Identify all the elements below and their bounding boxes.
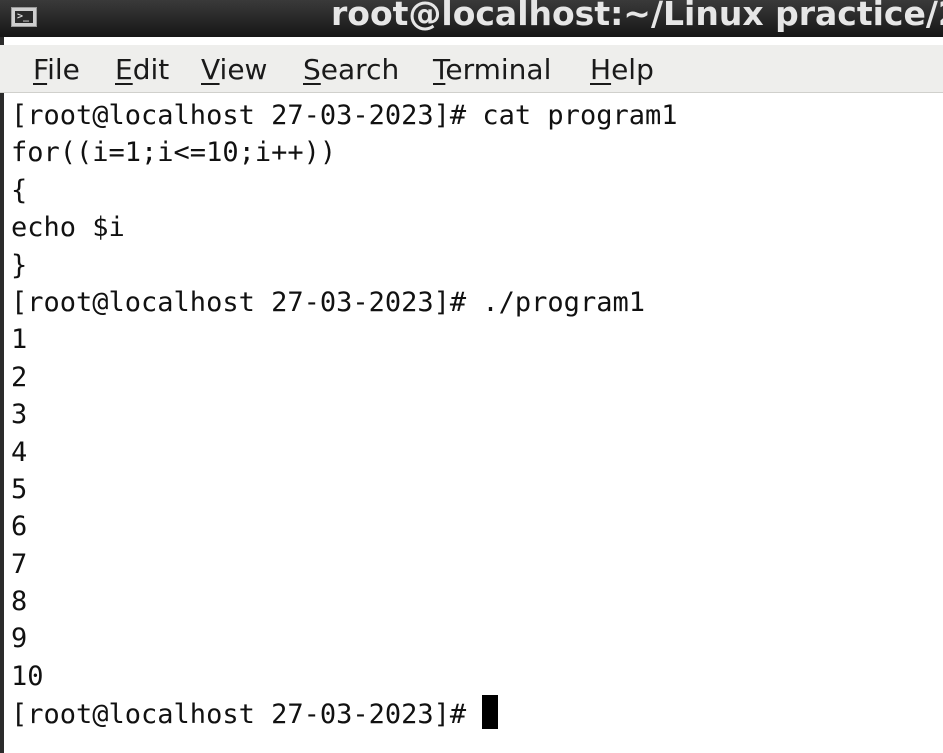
menu-search[interactable]: Search xyxy=(303,55,399,85)
shell-prompt: [root@localhost 27-03-2023]# xyxy=(11,699,483,731)
terminal-window: >_ root@localhost:~/Linux practice/27-0 … xyxy=(0,0,943,753)
terminal-line: 5 xyxy=(11,473,28,505)
menu-terminal[interactable]: Terminal xyxy=(433,55,551,85)
menu-terminal-label: erminal xyxy=(445,53,552,86)
terminal-lines: [root@localhost 27-03-2023]# cat program… xyxy=(11,97,677,733)
menu-view-label: iew xyxy=(219,53,268,86)
menu-terminal-mnemonic: T xyxy=(433,53,446,86)
prompt-glyph-icon: >_ xyxy=(15,11,33,23)
menu-file-label: ile xyxy=(47,53,80,86)
text-cursor xyxy=(482,695,499,730)
window-title: root@localhost:~/Linux practice/27-0 xyxy=(331,0,943,33)
title-bar[interactable]: >_ root@localhost:~/Linux practice/27-0 xyxy=(0,0,943,37)
menu-view-mnemonic: V xyxy=(201,53,220,86)
terminal-line: 8 xyxy=(11,586,28,618)
terminal-app-icon: >_ xyxy=(11,7,37,27)
menu-bar: File Edit View Search Terminal Help xyxy=(0,45,943,93)
terminal-line: 7 xyxy=(11,548,28,580)
menu-edit-label: dit xyxy=(132,53,170,86)
terminal-output-area[interactable]: [root@localhost 27-03-2023]# cat program… xyxy=(4,93,943,753)
menu-help-label: elp xyxy=(611,53,654,86)
terminal-line: echo $i xyxy=(11,212,125,244)
terminal-line: { xyxy=(11,174,28,206)
menu-edit[interactable]: Edit xyxy=(115,55,169,85)
menu-file-mnemonic: F xyxy=(33,53,48,86)
terminal-line: [root@localhost 27-03-2023]# cat program… xyxy=(11,100,678,131)
terminal-line: } xyxy=(11,249,28,281)
menu-help[interactable]: Help xyxy=(590,55,654,85)
menu-view[interactable]: View xyxy=(201,55,267,85)
terminal-line: 10 xyxy=(11,660,44,692)
menu-search-mnemonic: S xyxy=(303,53,321,86)
terminal-line: 3 xyxy=(11,399,28,431)
terminal-line: for((i=1;i<=10;i++)) xyxy=(11,137,337,169)
terminal-line: 6 xyxy=(11,511,28,543)
terminal-line: 2 xyxy=(11,361,28,393)
terminal-line: 1 xyxy=(11,324,28,356)
terminal-line: 4 xyxy=(11,436,28,468)
menu-help-mnemonic: H xyxy=(590,53,612,86)
menu-file[interactable]: File xyxy=(33,55,80,85)
terminal-line: [root@localhost 27-03-2023]# ./program1 xyxy=(11,286,645,318)
terminal-line: 9 xyxy=(11,623,28,655)
menu-edit-mnemonic: E xyxy=(115,53,133,86)
menu-search-label: earch xyxy=(320,53,400,86)
prompt-line[interactable]: [root@localhost 27-03-2023]# xyxy=(11,695,677,732)
